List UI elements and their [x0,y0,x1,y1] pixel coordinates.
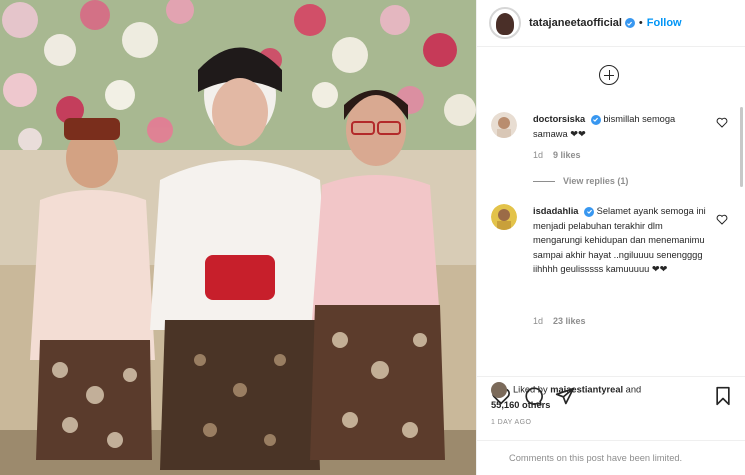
author-avatar[interactable] [489,7,521,39]
comment-like-heart-icon[interactable] [716,117,728,128]
post-timestamp[interactable]: 1 DAY AGO [491,419,531,426]
comments-limited-notice: Comments on this post have been limited. [477,440,745,475]
replies-line [533,180,555,182]
liked-by-prefix: Liked by [513,384,551,395]
comment-likes[interactable]: 9 likes [553,150,581,160]
comment-age: 1d [533,316,544,326]
commenter-avatar[interactable] [491,204,517,230]
view-replies-button[interactable]: View replies (1) [533,176,628,186]
verified-badge-icon [624,18,635,28]
author-username[interactable]: tatajaneetaofficial [529,17,622,29]
comment-username[interactable]: doctorsiska [533,114,585,124]
likes-others-count[interactable]: 55,160 others [491,400,550,410]
comment-username[interactable]: isdadahlia [533,206,578,216]
comment-text-block: doctorsiska bismillah semoga samawa ❤❤ [533,112,709,141]
post-header: tatajaneetaofficial • Follow [477,0,745,47]
view-replies-label: View replies (1) [563,176,629,186]
post-side-panel: tatajaneetaofficial • Follow doctorsiska… [476,0,745,475]
comment-text-block: isdadahlia Selamet ayank semoga ini menj… [533,204,709,277]
comment-meta: 1d 9 likes [533,150,581,160]
commenter-avatar[interactable] [491,112,517,138]
verified-badge-icon [584,206,595,217]
likes-summary: Liked by maiaestiantyreal and 55,160 oth… [491,382,641,412]
verified-badge-icon [590,114,601,125]
comment-like-heart-icon[interactable] [716,214,728,225]
follow-button[interactable]: Follow [647,17,682,29]
add-comment-icon[interactable] [599,65,619,85]
comment-age: 1d [533,150,544,160]
family-portrait-image [0,0,476,475]
comment-text: Selamet ayank semoga ini menjadi pelabuh… [533,206,706,274]
comments-scrollbar[interactable] [740,107,743,187]
liked-by-and: and [623,384,642,395]
liked-by-user[interactable]: maiaestiantyreal [550,384,623,394]
comment-meta: 1d 23 likes [533,316,586,326]
comment-likes[interactable]: 23 likes [553,316,586,326]
header-separator: • [638,17,643,29]
liker-avatar[interactable] [491,382,507,398]
bookmark-icon[interactable] [713,386,733,406]
post-photo[interactable] [0,0,476,475]
